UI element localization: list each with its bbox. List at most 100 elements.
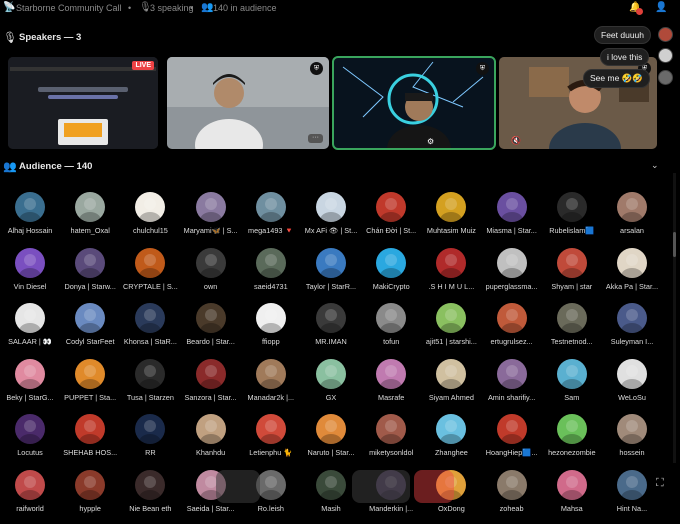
- audience-member[interactable]: SALAAR | 👀: [0, 303, 60, 357]
- member-name: ffiopp: [261, 337, 280, 346]
- member-name: Manderkin |...: [369, 503, 414, 513]
- audience-member[interactable]: hypple: [60, 469, 120, 524]
- audience-member[interactable]: Siyam Ahmed: [421, 358, 481, 413]
- audience-member[interactable]: mega1493 🔻: [241, 192, 301, 246]
- audience-member[interactable]: Muhtasim Muiz: [421, 192, 481, 246]
- audience-member[interactable]: Akka Pa | Star...: [602, 247, 662, 302]
- audience-member[interactable]: puperglassma...: [482, 247, 542, 302]
- audience-member[interactable]: PUPPET | Sta...: [60, 358, 120, 413]
- audience-member[interactable]: chulchul15: [120, 192, 180, 246]
- audience-member[interactable]: Donya | Starw...: [60, 247, 120, 302]
- audience-member[interactable]: HoangHiep🟦...: [482, 414, 542, 468]
- audience-member[interactable]: Letienphu 🐈: [241, 414, 301, 468]
- audience-member[interactable]: Masrafe: [361, 358, 421, 413]
- audience-member[interactable]: CRYPTALE | S...: [120, 247, 180, 302]
- audience-member[interactable]: Beky | StarG...: [0, 358, 60, 413]
- fullscreen-icon[interactable]: ⛶: [656, 477, 664, 490]
- audience-member[interactable]: SHEHAB HOS...: [60, 414, 120, 468]
- audience-member[interactable]: Rubelislam🟦: [542, 192, 602, 246]
- member-name: MakiCrypto: [372, 281, 410, 291]
- audience-member[interactable]: Beardo | Star...: [181, 303, 241, 357]
- audience-member[interactable]: Taylor | StarR...: [301, 247, 361, 302]
- camera-button[interactable]: [216, 470, 260, 503]
- audience-member[interactable]: Miasma | Star...: [482, 192, 542, 246]
- members-icon[interactable]: 👤: [655, 2, 667, 13]
- audience-member[interactable]: Mx AFi 👁 | St...: [301, 192, 361, 246]
- audience-member[interactable]: Sam: [542, 358, 602, 413]
- avatar: [436, 247, 467, 278]
- audience-member[interactable]: Alhaj Hossain: [0, 192, 60, 246]
- more-options-button[interactable]: ···: [308, 134, 323, 143]
- audience-member[interactable]: MakiCrypto: [361, 247, 421, 302]
- avatar: [617, 469, 647, 500]
- audience-member[interactable]: Khanhdu: [181, 414, 241, 468]
- member-name: saeid4731: [253, 281, 288, 291]
- audience-member[interactable]: Testnetnod...: [542, 303, 602, 357]
- audience-member[interactable]: saeid4731: [241, 247, 301, 302]
- avatar: [75, 469, 106, 500]
- audience-member[interactable]: RR: [120, 414, 180, 468]
- member-name: SHEHAB HOS...: [63, 448, 118, 457]
- audience-member[interactable]: Suleyman I...: [602, 303, 662, 357]
- speaker-tile-1[interactable]: ⛨ ···: [167, 57, 329, 149]
- audience-member[interactable]: Maryami🦋 | S...: [181, 192, 241, 246]
- audience-member[interactable]: Chán Đời | St...: [361, 192, 421, 246]
- speaker-tile-2[interactable]: ⛨ ⚙: [332, 56, 496, 150]
- audience-member[interactable]: ffiopp: [241, 303, 301, 357]
- audience-member[interactable]: Vin Diesel: [0, 247, 60, 302]
- avatar: [15, 414, 45, 444]
- audience-member[interactable]: Tusa | Starzen: [120, 358, 180, 413]
- audience-member[interactable]: Khonsa | StaR...: [120, 303, 180, 357]
- audience-member[interactable]: Hint Na...: [602, 469, 662, 524]
- audience-member[interactable]: Nie Bean eth: [120, 469, 180, 524]
- audience-member[interactable]: Mahsa: [542, 469, 602, 524]
- audience-member[interactable]: hossein: [602, 414, 662, 468]
- audience-member[interactable]: miketysonldol: [361, 414, 421, 468]
- audience-member[interactable]: Naruto | Star...: [301, 414, 361, 468]
- avatar: [436, 192, 467, 222]
- audience-member[interactable]: arsalan: [602, 192, 662, 246]
- audience-member[interactable]: Sanzora | Star...: [181, 358, 241, 413]
- audience-member[interactable]: own: [181, 247, 241, 302]
- avatar: [255, 414, 286, 444]
- avatar: [135, 192, 166, 222]
- notification-badge: [636, 8, 643, 15]
- audience-member[interactable]: raifworld: [0, 469, 60, 524]
- avatar: [75, 247, 106, 278]
- audience-member[interactable]: Amin sharifiy...: [482, 358, 542, 413]
- audience-member[interactable]: ertugrulsez...: [482, 303, 542, 357]
- avatar: [316, 192, 346, 222]
- audience-member[interactable]: zoheab: [482, 469, 542, 524]
- audience-member[interactable]: GX: [301, 358, 361, 413]
- audience-member[interactable]: WeLoSu: [602, 358, 662, 413]
- audience-member[interactable]: Locutus: [0, 414, 60, 468]
- share-screen-button[interactable]: [352, 470, 410, 503]
- audience-member[interactable]: Zhanghee: [421, 414, 481, 468]
- audience-member[interactable]: Manadar2k |...: [241, 358, 301, 413]
- audience-member[interactable]: Shyam | star: [542, 247, 602, 302]
- speaker-tile-stream[interactable]: LIVE: [8, 57, 158, 149]
- leave-button[interactable]: [414, 470, 454, 503]
- audience-header[interactable]: 👥 Audience — 140 ⌄: [0, 160, 680, 176]
- audience-member[interactable]: ajit51 | starshi...: [421, 303, 481, 357]
- member-name: own: [203, 281, 218, 291]
- member-name: Sanzora | Star...: [184, 392, 237, 402]
- audience-member[interactable]: .S H I M U L...: [421, 247, 481, 302]
- scrollbar-track[interactable]: [673, 173, 676, 463]
- audience-member[interactable]: tofun: [361, 303, 421, 357]
- member-name: Hint Na...: [616, 503, 648, 513]
- member-name: HoangHiep🟦...: [485, 448, 538, 457]
- chevron-down-icon[interactable]: ⌄: [651, 160, 659, 171]
- avatar: [496, 469, 527, 500]
- audience-member[interactable]: hatem_Oxal: [60, 192, 120, 246]
- audience-member[interactable]: hezonezombie: [542, 414, 602, 468]
- gear-icon[interactable]: ⚙: [427, 137, 434, 146]
- audience-member[interactable]: MR.IMAN: [301, 303, 361, 357]
- member-name: .S H I M U L...: [428, 281, 475, 291]
- scrollbar-thumb[interactable]: [673, 232, 676, 257]
- member-name: Khanhdu: [195, 448, 226, 457]
- member-name: arsalan: [620, 226, 644, 235]
- avatar: [255, 469, 286, 500]
- avatar: [556, 303, 587, 333]
- audience-member[interactable]: Codyl StarFeet: [60, 303, 120, 357]
